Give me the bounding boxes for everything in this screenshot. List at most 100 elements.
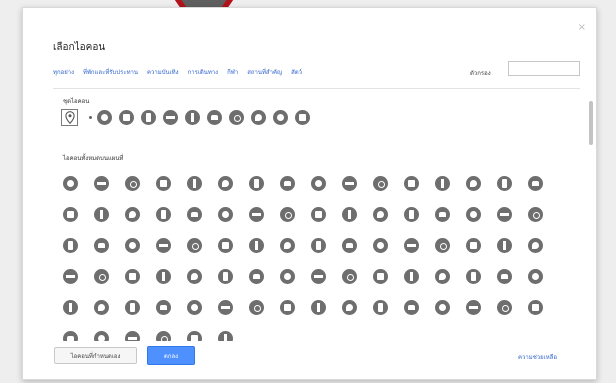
icon-6[interactable] bbox=[497, 176, 512, 191]
icon-5[interactable] bbox=[218, 176, 233, 191]
category-link-animals[interactable]: สัตว์ bbox=[291, 67, 302, 77]
icon-3[interactable] bbox=[311, 269, 326, 284]
icon-1[interactable] bbox=[187, 331, 202, 341]
filter-input[interactable] bbox=[508, 61, 580, 76]
category-link-landmarks[interactable]: สถานที่สำคัญ bbox=[247, 67, 282, 77]
icon-0[interactable] bbox=[249, 238, 264, 253]
icon-5[interactable] bbox=[404, 238, 419, 253]
more-icon[interactable] bbox=[251, 110, 266, 125]
icon-1[interactable] bbox=[280, 238, 295, 253]
icon-5[interactable] bbox=[466, 176, 481, 191]
icon-1[interactable] bbox=[218, 300, 233, 315]
square-icon[interactable] bbox=[119, 110, 134, 125]
icon-0[interactable] bbox=[187, 300, 202, 315]
check-icon[interactable] bbox=[273, 110, 288, 125]
help-link[interactable]: ความช่วยเหลือ bbox=[518, 352, 557, 362]
icon-2[interactable] bbox=[497, 300, 512, 315]
icon-4[interactable] bbox=[373, 238, 388, 253]
icon-2[interactable] bbox=[528, 269, 543, 284]
icon-5[interactable] bbox=[435, 207, 450, 222]
icon-2[interactable] bbox=[249, 300, 264, 315]
icon-4[interactable] bbox=[311, 300, 326, 315]
icon-2[interactable] bbox=[280, 269, 295, 284]
icon-5[interactable] bbox=[156, 238, 171, 253]
icon-3[interactable] bbox=[125, 207, 140, 222]
icon-6[interactable] bbox=[249, 176, 264, 191]
icon-2[interactable] bbox=[342, 207, 357, 222]
icon-0[interactable] bbox=[311, 176, 326, 191]
icon-7[interactable] bbox=[187, 269, 202, 284]
icon-0[interactable] bbox=[435, 300, 450, 315]
icon-6[interactable] bbox=[94, 331, 109, 341]
icon-2[interactable] bbox=[125, 176, 140, 191]
icon-7[interactable] bbox=[280, 176, 295, 191]
icon-1[interactable] bbox=[342, 176, 357, 191]
icon-0[interactable] bbox=[497, 238, 512, 253]
icon-3[interactable] bbox=[63, 269, 78, 284]
category-link-all[interactable]: ทุกอย่าง bbox=[53, 67, 74, 77]
square-icon[interactable] bbox=[163, 110, 178, 125]
icon-4[interactable] bbox=[125, 238, 140, 253]
icon-3[interactable] bbox=[373, 207, 388, 222]
icon-4[interactable] bbox=[342, 269, 357, 284]
icon-6[interactable] bbox=[125, 300, 140, 315]
ok-button[interactable]: ตกลง bbox=[147, 346, 195, 365]
close-circle-icon[interactable] bbox=[295, 110, 310, 125]
icon-4[interactable] bbox=[94, 269, 109, 284]
icon-4[interactable] bbox=[63, 300, 78, 315]
icon-7[interactable] bbox=[466, 238, 481, 253]
icon-0[interactable] bbox=[466, 269, 481, 284]
icon-3[interactable] bbox=[342, 238, 357, 253]
icon-6[interactable] bbox=[187, 238, 202, 253]
icon-4[interactable] bbox=[404, 207, 419, 222]
icon-3[interactable] bbox=[280, 300, 295, 315]
icon-0[interactable] bbox=[528, 207, 543, 222]
icon-2[interactable] bbox=[218, 331, 233, 341]
icon-5[interactable] bbox=[373, 269, 388, 284]
icon-4[interactable] bbox=[187, 176, 202, 191]
icon-7[interactable] bbox=[528, 176, 543, 191]
icon-6[interactable] bbox=[435, 238, 450, 253]
icon-0[interactable] bbox=[218, 269, 233, 284]
category-link-entertainment[interactable]: ความบันเทิง bbox=[147, 67, 179, 77]
icon-4[interactable] bbox=[435, 176, 450, 191]
icon-0[interactable] bbox=[156, 331, 171, 341]
category-link-sports[interactable]: กีฬา bbox=[227, 67, 238, 77]
icon-0[interactable] bbox=[63, 176, 78, 191]
icon-5[interactable] bbox=[94, 300, 109, 315]
icon-6[interactable] bbox=[466, 207, 481, 222]
circle-icon[interactable] bbox=[97, 110, 112, 125]
scrollbar-thumb[interactable] bbox=[589, 101, 593, 145]
icon-3[interactable] bbox=[528, 300, 543, 315]
icon-0[interactable] bbox=[280, 207, 295, 222]
icon-5[interactable] bbox=[187, 207, 202, 222]
icon-6[interactable] bbox=[218, 207, 233, 222]
category-link-travel[interactable]: การเดินทาง bbox=[188, 67, 219, 77]
shield-icon[interactable] bbox=[229, 110, 244, 125]
icon-1[interactable] bbox=[63, 207, 78, 222]
square-icon[interactable] bbox=[207, 110, 222, 125]
icon-7[interactable] bbox=[435, 269, 450, 284]
icon-1[interactable] bbox=[94, 176, 109, 191]
icon-6[interactable] bbox=[156, 269, 171, 284]
icon-1[interactable] bbox=[311, 207, 326, 222]
icon-1[interactable] bbox=[249, 269, 264, 284]
icon-1[interactable] bbox=[528, 238, 543, 253]
icon-1[interactable] bbox=[466, 300, 481, 315]
icon-2[interactable] bbox=[311, 238, 326, 253]
icon-3[interactable] bbox=[156, 176, 171, 191]
custom-icon-button[interactable]: ไอคอนที่กำหนดเอง bbox=[54, 347, 137, 364]
icon-6[interactable] bbox=[373, 300, 388, 315]
icon-3[interactable] bbox=[94, 238, 109, 253]
icon-7[interactable] bbox=[125, 331, 140, 341]
icon-2[interactable] bbox=[94, 207, 109, 222]
icon-5[interactable] bbox=[125, 269, 140, 284]
icon-4[interactable] bbox=[156, 207, 171, 222]
selected-icon[interactable] bbox=[61, 109, 78, 126]
icon-7[interactable] bbox=[156, 300, 171, 315]
icon-7[interactable] bbox=[218, 238, 233, 253]
circle-icon[interactable] bbox=[141, 110, 156, 125]
icon-7[interactable] bbox=[249, 207, 264, 222]
close-icon[interactable]: × bbox=[578, 22, 586, 33]
icon-3[interactable] bbox=[404, 176, 419, 191]
